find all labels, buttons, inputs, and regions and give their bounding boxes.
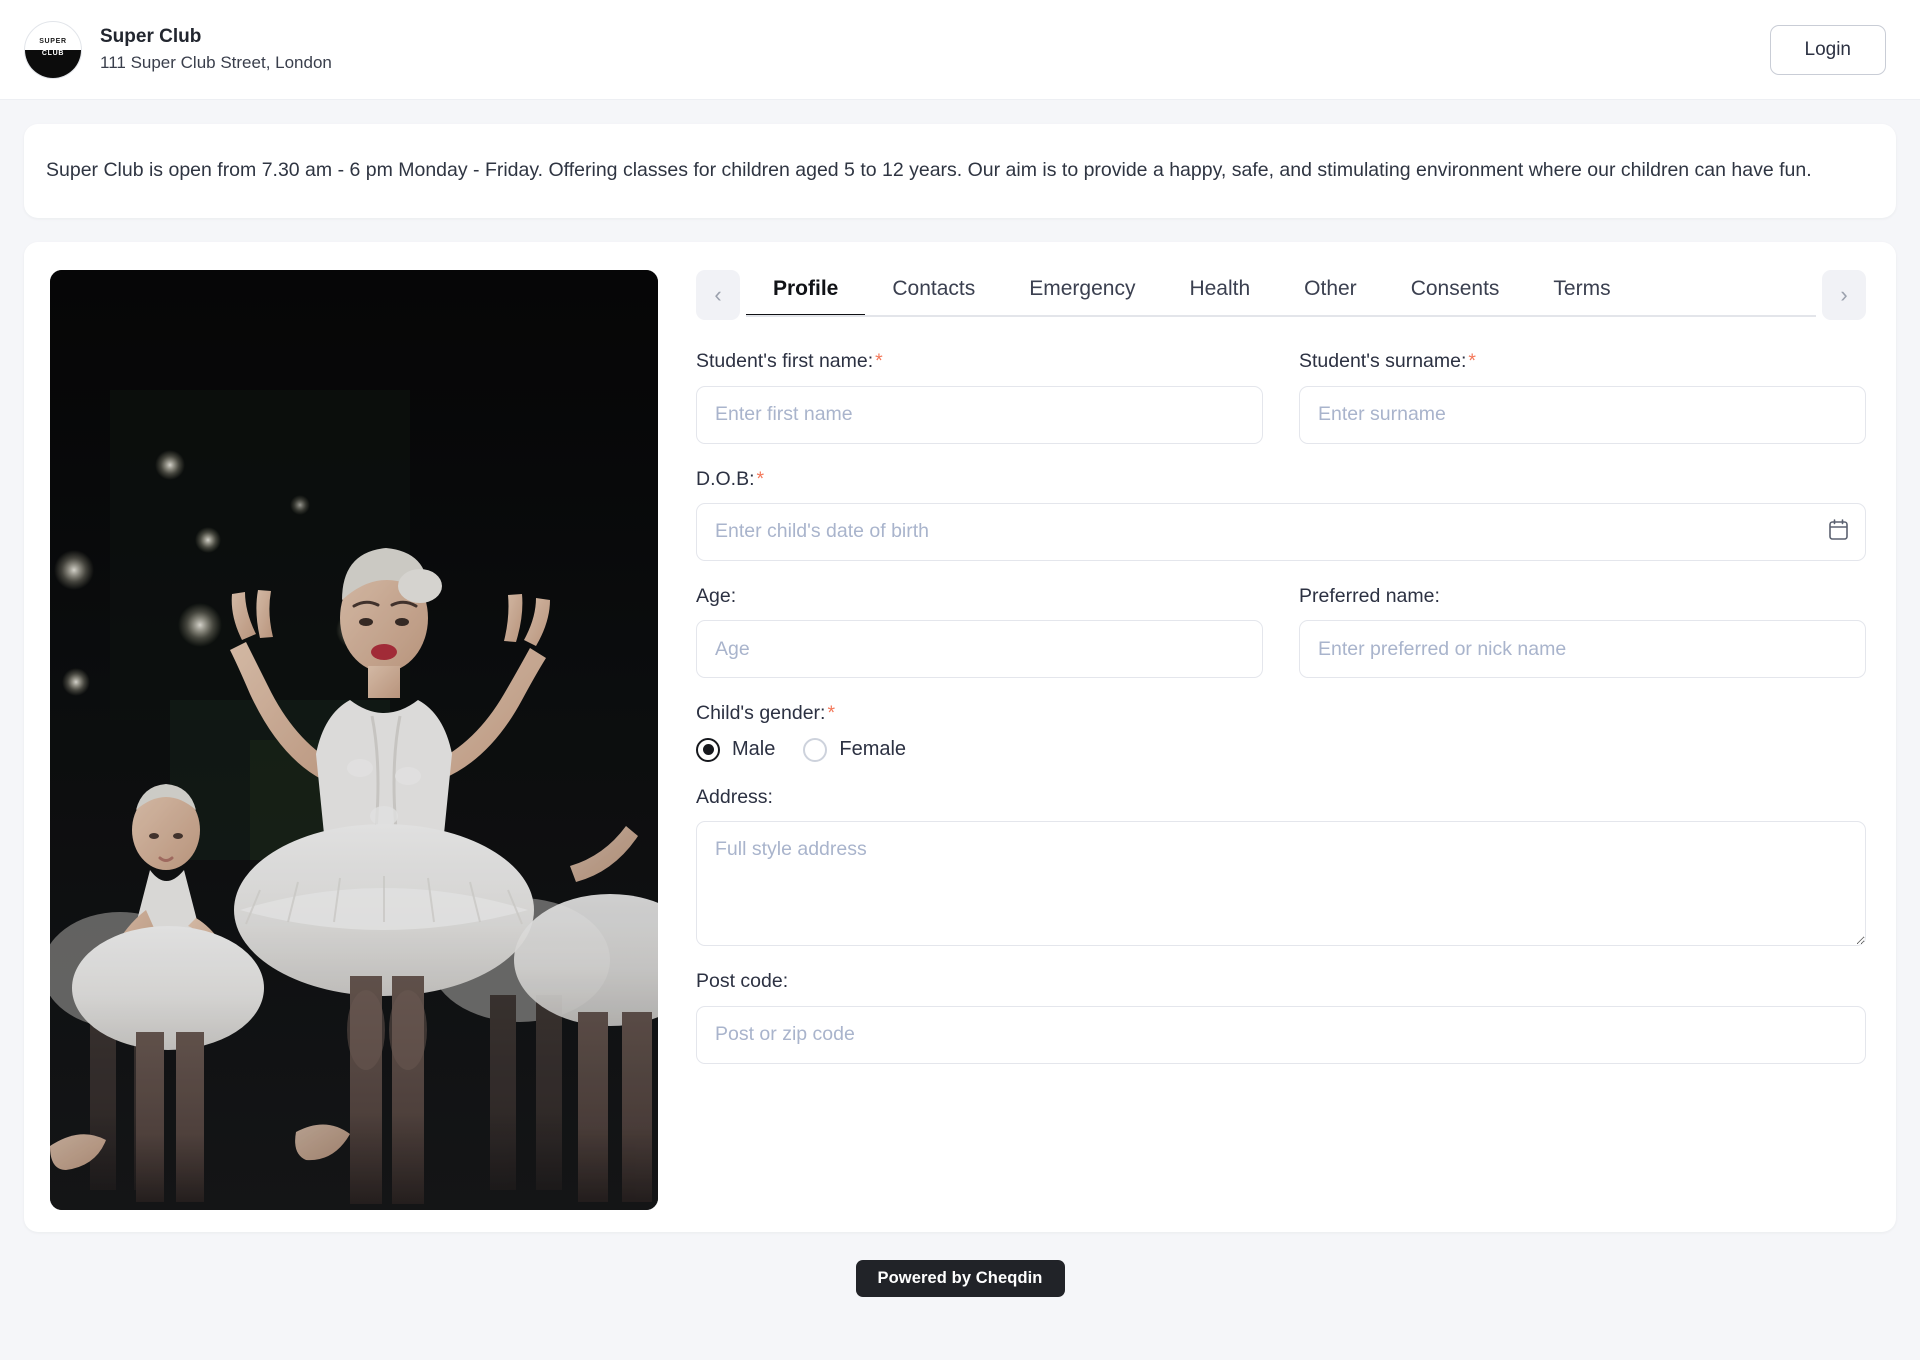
notice-text: Super Club is open from 7.30 am - 6 pm M… xyxy=(46,154,1846,186)
required-asterisk: * xyxy=(1468,350,1476,372)
post-code-field: Post code: xyxy=(696,970,1866,1063)
page-body: Super Club is open from 7.30 am - 6 pm M… xyxy=(0,100,1920,1324)
gender-options: Male Female xyxy=(696,738,1866,762)
age-field: Age: xyxy=(696,585,1263,678)
gender-option-female[interactable]: Female xyxy=(803,738,906,762)
tab-profile[interactable]: Profile xyxy=(746,273,865,317)
site-header: SUPER CLUB Super Club 111 Super Club Str… xyxy=(0,0,1920,100)
post-code-label: Post code: xyxy=(696,970,1866,993)
registration-form: ‹ Profile Contacts Emergency Health Othe… xyxy=(696,270,1870,1232)
hero-photo-ballet-dancers xyxy=(50,270,658,1210)
surname-input[interactable] xyxy=(1299,386,1866,444)
gender-field: Child's gender:* Male Female xyxy=(696,702,1866,761)
dob-row: D.O.B:* xyxy=(696,468,1866,561)
tabs-prev-arrow-icon[interactable]: ‹ xyxy=(696,270,740,320)
gender-option-female-label: Female xyxy=(839,738,906,761)
gender-label: Child's gender:* xyxy=(696,702,1866,725)
address-row: Address: xyxy=(696,786,1866,946)
preferred-name-field: Preferred name: xyxy=(1299,585,1866,678)
form-tabs: ‹ Profile Contacts Emergency Health Othe… xyxy=(696,270,1866,320)
address-label: Address: xyxy=(696,786,1866,809)
dob-input[interactable] xyxy=(696,503,1866,561)
brand-text: Super Club 111 Super Club Street, London xyxy=(100,26,332,73)
gender-row: Child's gender:* Male Female xyxy=(696,702,1866,761)
preferred-name-input[interactable] xyxy=(1299,620,1866,678)
tabs-strip: Profile Contacts Emergency Health Other … xyxy=(746,273,1816,317)
gender-label-text: Child's gender: xyxy=(696,702,825,724)
tabs-next-arrow-icon[interactable]: › xyxy=(1822,270,1866,320)
logo-bottom-text: CLUB xyxy=(25,50,81,57)
surname-label-text: Student's surname: xyxy=(1299,350,1466,372)
first-name-input[interactable] xyxy=(696,386,1263,444)
brand-name: Super Club xyxy=(100,26,332,49)
required-asterisk: * xyxy=(875,350,883,372)
site-footer: Powered by Cheqdin xyxy=(24,1232,1896,1324)
tab-contacts[interactable]: Contacts xyxy=(865,273,1002,317)
first-name-field: Student's first name:* xyxy=(696,350,1263,443)
radio-male-icon[interactable] xyxy=(696,738,720,762)
first-name-label: Student's first name:* xyxy=(696,350,1263,373)
gender-option-male-label: Male xyxy=(732,738,775,761)
name-row: Student's first name:* Student's surname… xyxy=(696,350,1866,443)
dob-field: D.O.B:* xyxy=(696,468,1866,561)
surname-label: Student's surname:* xyxy=(1299,350,1866,373)
post-code-input[interactable] xyxy=(696,1006,1866,1064)
age-input[interactable] xyxy=(696,620,1263,678)
address-field: Address: xyxy=(696,786,1866,946)
powered-by-badge: Powered by Cheqdin xyxy=(856,1260,1065,1297)
login-button[interactable]: Login xyxy=(1770,25,1887,75)
surname-field: Student's surname:* xyxy=(1299,350,1866,443)
post-code-row: Post code: xyxy=(696,970,1866,1063)
address-textarea[interactable] xyxy=(696,821,1866,946)
opening-hours-notice: Super Club is open from 7.30 am - 6 pm M… xyxy=(24,124,1896,218)
brand-address: 111 Super Club Street, London xyxy=(100,52,332,73)
dob-label: D.O.B:* xyxy=(696,468,1866,491)
logo-top-text: SUPER xyxy=(25,38,81,45)
tab-health[interactable]: Health xyxy=(1162,273,1277,317)
first-name-label-text: Student's first name: xyxy=(696,350,873,372)
super-club-logo-icon: SUPER CLUB xyxy=(24,21,82,79)
required-asterisk: * xyxy=(757,468,765,490)
gender-option-male[interactable]: Male xyxy=(696,738,775,762)
dob-input-wrap xyxy=(696,503,1866,561)
preferred-name-label: Preferred name: xyxy=(1299,585,1866,608)
required-asterisk: * xyxy=(827,702,835,724)
tab-consents[interactable]: Consents xyxy=(1384,273,1527,317)
tab-terms[interactable]: Terms xyxy=(1526,273,1637,317)
brand: SUPER CLUB Super Club 111 Super Club Str… xyxy=(24,21,332,79)
tab-emergency[interactable]: Emergency xyxy=(1002,273,1162,317)
tab-other[interactable]: Other xyxy=(1277,273,1384,317)
registration-card: ‹ Profile Contacts Emergency Health Othe… xyxy=(24,242,1896,1232)
radio-female-icon[interactable] xyxy=(803,738,827,762)
age-preferred-row: Age: Preferred name: xyxy=(696,585,1866,678)
dob-label-text: D.O.B: xyxy=(696,468,755,490)
age-label: Age: xyxy=(696,585,1263,608)
